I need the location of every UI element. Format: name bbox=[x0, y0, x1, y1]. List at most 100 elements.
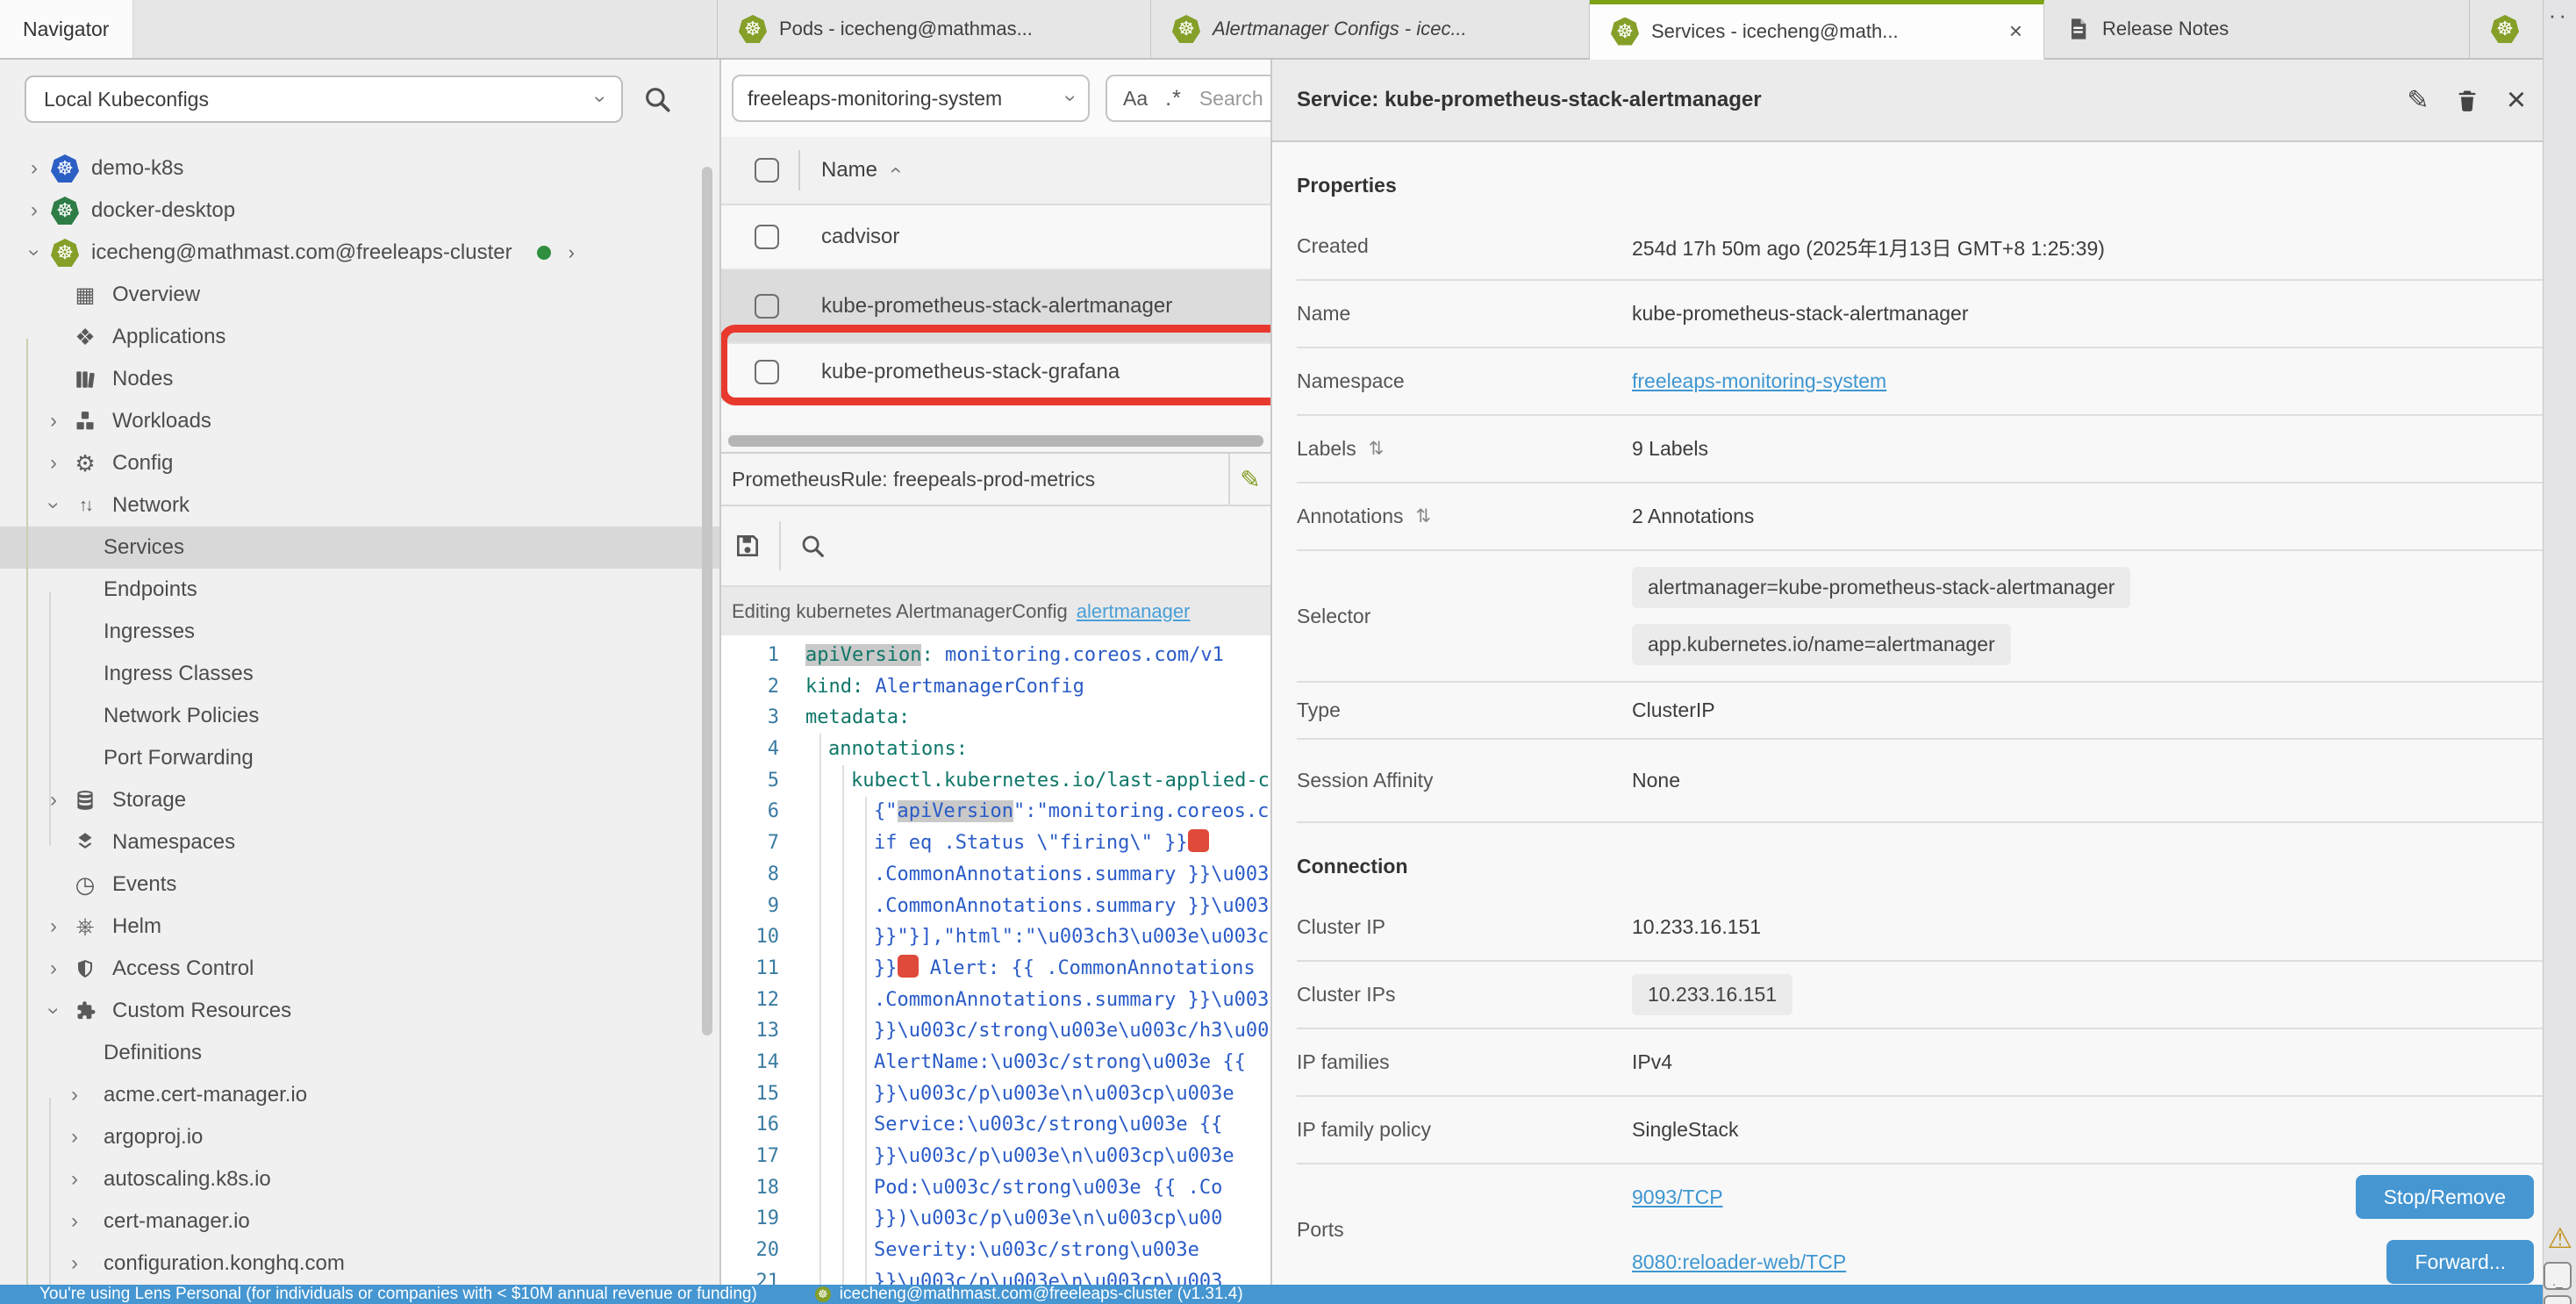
edit-pencil-icon[interactable]: ✎ bbox=[1230, 465, 1270, 494]
sidebar-item-events[interactable]: ◷Events bbox=[0, 863, 719, 906]
name-column-header[interactable]: Name › bbox=[821, 158, 898, 183]
status-bar: You're using Lens Personal (for individu… bbox=[0, 1285, 2543, 1304]
chevron-right-icon[interactable]: › bbox=[61, 1169, 88, 1190]
sidebar-item-services[interactable]: Services bbox=[0, 527, 719, 569]
namespace-select[interactable]: freeleaps-monitoring-system › bbox=[732, 75, 1090, 122]
sidebar-item-overview[interactable]: ▦Overview bbox=[0, 274, 719, 316]
edited-resource-link[interactable]: alertmanager bbox=[1077, 600, 1191, 623]
siren-emoji: 🚨 bbox=[1188, 829, 1209, 852]
search-icon[interactable] bbox=[642, 84, 672, 114]
regex-icon[interactable]: .* bbox=[1165, 86, 1182, 111]
sidebar-item-storage[interactable]: ›Storage bbox=[0, 779, 719, 821]
chevron-right-icon[interactable]: › bbox=[21, 158, 47, 179]
editor-tab-services[interactable]: ☸Services - icecheng@math...× bbox=[1590, 0, 2044, 60]
row-checkbox[interactable] bbox=[755, 360, 779, 384]
editor-tab-pods[interactable]: ☸Pods - icecheng@mathmas... bbox=[718, 0, 1151, 58]
table-row-kube-prometheus-stack-grafana[interactable]: kube-prometheus-stack-grafana bbox=[721, 344, 1270, 401]
port-link[interactable]: 8080:reloader-web/TCP bbox=[1632, 1250, 1846, 1274]
editor-tab-release[interactable]: Release Notes bbox=[2044, 0, 2470, 58]
table-row-kube-prometheus-stack-alertmanager[interactable]: kube-prometheus-stack-alertmanager bbox=[721, 270, 1270, 344]
helm-icon: ⎈ bbox=[70, 913, 100, 941]
chevron-down-icon[interactable]: › bbox=[40, 1000, 67, 1021]
detail-label: Ports bbox=[1297, 1218, 1632, 1242]
sidebar-item-acme-cert-manager-io[interactable]: ›acme.cert-manager.io bbox=[0, 1074, 719, 1116]
sidebar-item-network-policies[interactable]: Network Policies bbox=[0, 695, 719, 737]
chevron-right-icon[interactable]: › bbox=[40, 411, 67, 432]
sidebar-item-demo-k8s[interactable]: ›☸demo-k8s bbox=[0, 147, 719, 190]
sidebar-item-namespaces[interactable]: Namespaces bbox=[0, 821, 719, 863]
sidebar-item-icecheng-mathmast-com-freeleaps-cluster[interactable]: ›☸icecheng@mathmast.com@freeleaps-cluste… bbox=[0, 232, 719, 274]
sidebar-item-endpoints[interactable]: Endpoints bbox=[0, 569, 719, 611]
chevron-right-icon[interactable]: › bbox=[61, 1211, 88, 1232]
table-row-partial[interactable] bbox=[721, 401, 1270, 432]
siren-emoji: 🚨 bbox=[898, 955, 919, 978]
sidebar-item-ingresses[interactable]: Ingresses bbox=[0, 611, 719, 653]
editor-search-icon[interactable] bbox=[786, 533, 839, 559]
sidebar-item-nodes[interactable]: Nodes bbox=[0, 358, 719, 400]
port-link[interactable]: 9093/TCP bbox=[1632, 1186, 1723, 1209]
save-icon[interactable] bbox=[721, 532, 774, 560]
sidebar-item-custom-resources[interactable]: ›Custom Resources bbox=[0, 990, 719, 1032]
sidebar-item-helm[interactable]: ›⎈Helm bbox=[0, 906, 719, 948]
sidebar-item-cert-manager-io[interactable]: ›cert-manager.io bbox=[0, 1200, 719, 1243]
chevron-down-icon[interactable]: › bbox=[21, 242, 47, 263]
chevron-right-icon[interactable]: › bbox=[40, 958, 67, 979]
chevron-down-icon[interactable]: › bbox=[40, 495, 67, 516]
detail-value: kube-prometheus-stack-alertmanager bbox=[1632, 302, 2576, 326]
close-icon[interactable]: × bbox=[1993, 18, 2022, 45]
stop-remove-button[interactable]: Stop/Remove bbox=[2356, 1175, 2534, 1219]
editor-tab-alertmanager[interactable]: ☸Alertmanager Configs - icec... bbox=[1151, 0, 1590, 58]
sort-toggle-icon[interactable]: ⇅ bbox=[1369, 438, 1385, 460]
chevron-right-icon[interactable]: › bbox=[40, 453, 67, 474]
sidebar-item-docker-desktop[interactable]: ›☸docker-desktop bbox=[0, 190, 719, 232]
chevron-right-icon[interactable]: › bbox=[40, 916, 67, 937]
sidebar-item-port-forwarding[interactable]: Port Forwarding bbox=[0, 737, 719, 779]
indent-guide bbox=[819, 734, 821, 1291]
trash-icon[interactable] bbox=[2443, 87, 2492, 113]
horizontal-scrollbar-thumb[interactable] bbox=[728, 435, 1263, 447]
license-text: You're using Lens Personal (for individu… bbox=[39, 1285, 757, 1304]
chevron-right-icon[interactable]: › bbox=[61, 1085, 88, 1106]
match-case-icon[interactable]: Aa bbox=[1123, 87, 1148, 111]
chevron-right-icon[interactable]: › bbox=[61, 1127, 88, 1148]
row-checkbox[interactable] bbox=[755, 294, 779, 319]
sort-toggle-icon[interactable]: ⇅ bbox=[1415, 505, 1431, 527]
applications-icon: ❖ bbox=[70, 324, 100, 351]
forward--button[interactable]: Forward... bbox=[2386, 1240, 2534, 1284]
chevron-right-icon[interactable]: › bbox=[21, 200, 47, 221]
sidebar-item-label: docker-desktop bbox=[91, 198, 235, 223]
sidebar-item-ingress-classes[interactable]: Ingress Classes bbox=[0, 653, 719, 695]
code-line-8: 8.CommonAnnotations.summary }}\u003c bbox=[721, 859, 1270, 891]
active-cluster-text[interactable]: icecheng@mathmast.com@freeleaps-cluster … bbox=[840, 1285, 1243, 1304]
editor-tabs: ☸Pods - icecheng@mathmas...☸Alertmanager… bbox=[718, 0, 2576, 58]
horizontal-scrollbar[interactable] bbox=[721, 432, 1270, 452]
close-icon[interactable]: × bbox=[2492, 82, 2541, 119]
edit-pencil-icon[interactable]: ✎ bbox=[2394, 85, 2443, 116]
sidebar-item-argoproj-io[interactable]: › argoproj.io bbox=[0, 1116, 719, 1158]
select-all-checkbox[interactable] bbox=[755, 158, 779, 183]
code-text: .CommonAnnotations.summary }}\u003c bbox=[797, 859, 1270, 891]
sidebar-scrollbar[interactable] bbox=[702, 167, 712, 1035]
sidebar-item-label: argoproj.io bbox=[104, 1125, 203, 1150]
navigator-panel-tab[interactable]: Navigator bbox=[0, 0, 133, 58]
namespace-link[interactable]: freeleaps-monitoring-system bbox=[1632, 369, 1886, 393]
sidebar-item-configuration-konghq-com[interactable]: ›configuration.konghq.com bbox=[0, 1243, 719, 1285]
yaml-editor[interactable]: 1apiVersion: monitoring.coreos.com/v12ki… bbox=[721, 635, 1270, 1291]
sidebar-item-applications[interactable]: ❖Applications bbox=[0, 316, 719, 358]
sidebar-item-autoscaling-k8s-io[interactable]: ›autoscaling.k8s.io bbox=[0, 1158, 719, 1200]
sidebar-item-workloads[interactable]: ›Workloads bbox=[0, 400, 719, 442]
network-arrows-icon: ↑↓ bbox=[70, 496, 100, 516]
code-text: }}\u003c/strong\u003e\u003c/h3\u003e bbox=[797, 1015, 1270, 1047]
chevron-right-icon[interactable]: › bbox=[61, 1253, 88, 1274]
row-checkbox[interactable] bbox=[755, 225, 779, 249]
code-line-16: 16Service:\u003c/strong\u003e {{ bbox=[721, 1109, 1270, 1141]
table-row-cadvisor[interactable]: cadvisor bbox=[721, 205, 1270, 270]
sidebar-item-network[interactable]: ›↑↓Network bbox=[0, 484, 719, 527]
search-input[interactable]: Aa .* Search bbox=[1106, 75, 1272, 122]
chevron-right-icon[interactable]: › bbox=[40, 790, 67, 811]
sidebar-item-config[interactable]: ›⚙Config bbox=[0, 442, 719, 484]
chevron-right-icon[interactable]: › bbox=[569, 243, 575, 262]
kubeconfig-select[interactable]: Local Kubeconfigs › bbox=[25, 75, 623, 123]
sidebar-item-access-control[interactable]: ›Access Control bbox=[0, 948, 719, 990]
sidebar-item-definitions[interactable]: Definitions bbox=[0, 1032, 719, 1074]
